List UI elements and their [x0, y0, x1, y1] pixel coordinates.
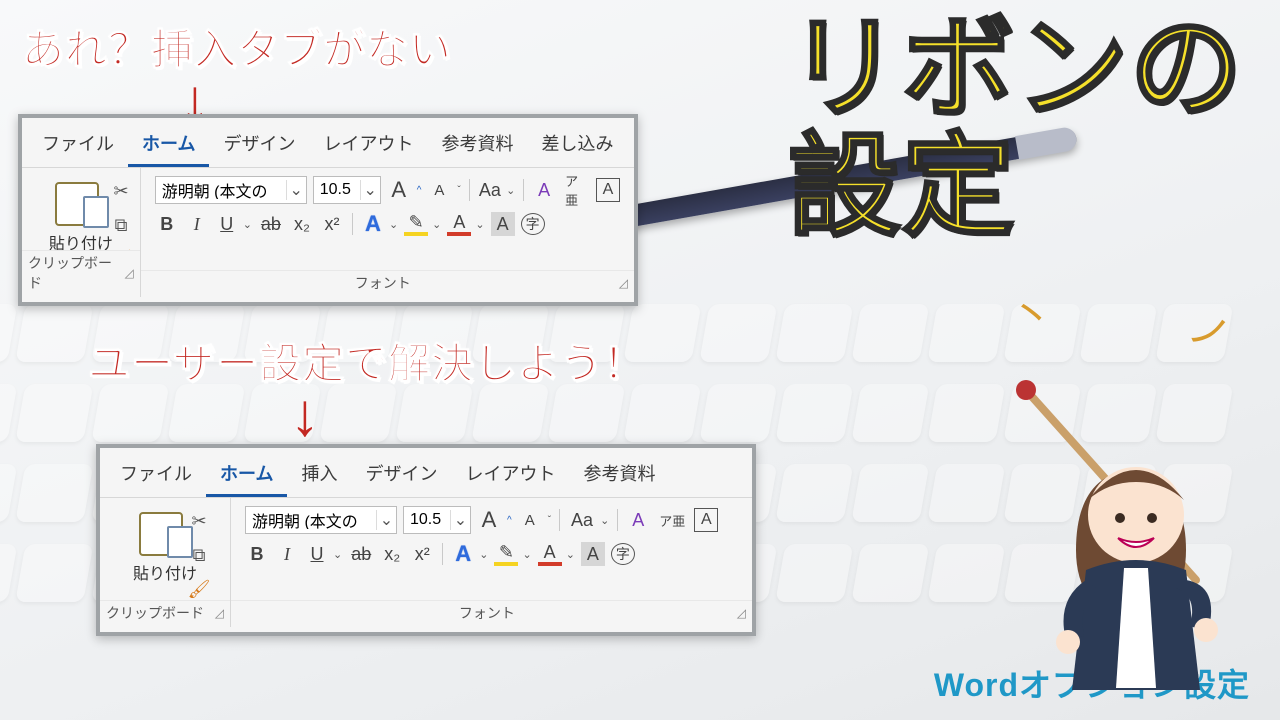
bold-button[interactable]: B — [155, 212, 179, 236]
italic-button[interactable]: I — [275, 542, 299, 566]
font-size-combo[interactable]: ⌄ — [313, 176, 381, 204]
shrink-font-icon[interactable]: A — [427, 178, 451, 202]
superscript-button[interactable]: x² — [410, 542, 434, 566]
tab-home[interactable]: ホーム — [128, 124, 209, 167]
group-clipboard: 貼り付け ✂ ⧉ 🖌 クリップボード◿ — [100, 498, 230, 627]
tab-references[interactable]: 参考資料 — [569, 454, 669, 497]
char-shading-icon[interactable]: A — [491, 212, 515, 236]
bold-button[interactable]: B — [245, 542, 269, 566]
paste-icon[interactable] — [55, 178, 107, 226]
group-label: フォント — [459, 603, 515, 623]
chevron-down-icon[interactable]: ⌄ — [286, 180, 306, 200]
dialog-launcher-icon[interactable]: ◿ — [124, 266, 133, 280]
font-name-input[interactable] — [156, 181, 286, 199]
tab-design[interactable]: デザイン — [351, 454, 451, 497]
paste-icon[interactable] — [139, 508, 191, 556]
clear-format-icon[interactable]: A — [532, 178, 556, 202]
main-title: リボンの設定 — [788, 10, 1244, 245]
highlight-icon[interactable]: ✎ — [404, 212, 428, 236]
subscript-button[interactable]: x₂ — [380, 542, 404, 566]
font-name-combo[interactable]: ⌄ — [245, 506, 397, 534]
italic-button[interactable]: I — [185, 212, 209, 236]
group-font: ⌄ ⌄ A^ Aˇ Aa⌄ A ア亜 A B I U⌄ ab x₂ x² A⌄ — [140, 168, 634, 297]
cut-icon[interactable]: ✂ — [186, 508, 212, 534]
group-clipboard: 貼り付け ✂ ⧉ 🖌 クリップボード◿ — [22, 168, 140, 297]
tab-home[interactable]: ホーム — [206, 454, 287, 497]
ribbon-after: ファイル ホーム 挿入 デザイン レイアウト 参考資料 貼り付け ✂ ⧉ 🖌 ク… — [96, 444, 756, 636]
font-size-input[interactable] — [404, 511, 450, 529]
group-font: ⌄ ⌄ A^ Aˇ Aa⌄ A ア亜 A B I U⌄ ab x₂ x² A⌄ — [230, 498, 752, 627]
ribbon-tabs: ファイル ホーム デザイン レイアウト 参考資料 差し込み — [22, 118, 634, 167]
grow-font-icon[interactable]: A — [477, 508, 501, 532]
enclose-char-icon[interactable]: 字 — [521, 213, 545, 235]
font-color-icon[interactable]: A — [447, 212, 471, 236]
superscript-button[interactable]: x² — [320, 212, 344, 236]
format-painter-icon[interactable]: 🖌 — [186, 576, 212, 602]
group-label: クリップボード — [106, 603, 204, 623]
change-case-icon[interactable]: Aa — [478, 178, 503, 202]
char-shading-icon[interactable]: A — [581, 542, 605, 566]
clear-format-icon[interactable]: A — [626, 508, 650, 532]
tab-mailings[interactable]: 差し込み — [527, 124, 627, 167]
chevron-down-icon[interactable]: ⌄ — [376, 510, 396, 530]
char-border-icon[interactable]: A — [596, 178, 620, 202]
text-effects-icon[interactable]: A — [451, 542, 475, 566]
font-name-combo[interactable]: ⌄ — [155, 176, 307, 204]
ribbon-before: ファイル ホーム デザイン レイアウト 参考資料 差し込み 貼り付け ✂ ⧉ 🖌… — [18, 114, 638, 306]
callout-solution: ユーザー設定で解決しよう！ — [88, 330, 646, 391]
strikethrough-button[interactable]: ab — [348, 542, 374, 566]
callout-missing-tab: あれ？挿入タブがない — [22, 16, 452, 77]
highlight-icon[interactable]: ✎ — [494, 542, 518, 566]
chevron-down-icon[interactable]: ⌄ — [450, 510, 470, 530]
text-effects-icon[interactable]: A — [361, 212, 385, 236]
copy-icon[interactable]: ⧉ — [108, 212, 134, 238]
char-border-icon[interactable]: A — [694, 508, 718, 532]
cut-icon[interactable]: ✂ — [108, 178, 134, 204]
dialog-launcher-icon[interactable]: ◿ — [619, 276, 628, 290]
font-color-icon[interactable]: A — [538, 542, 562, 566]
phonetic-guide-icon[interactable]: ア亜 — [656, 508, 688, 532]
change-case-icon[interactable]: Aa — [568, 508, 596, 532]
group-label: フォント — [355, 273, 411, 293]
strikethrough-button[interactable]: ab — [258, 212, 284, 236]
dialog-launcher-icon[interactable]: ◿ — [737, 606, 746, 620]
subscript-button[interactable]: x₂ — [290, 212, 314, 236]
group-label: クリップボード — [28, 253, 124, 293]
tab-insert[interactable]: 挿入 — [287, 454, 351, 497]
ribbon-tabs: ファイル ホーム 挿入 デザイン レイアウト 参考資料 — [100, 448, 752, 497]
dialog-launcher-icon[interactable]: ◿ — [215, 606, 224, 620]
tab-layout[interactable]: レイアウト — [309, 124, 427, 167]
enclose-char-icon[interactable]: 字 — [611, 543, 635, 565]
tab-file[interactable]: ファイル — [106, 454, 206, 497]
chevron-down-icon[interactable]: ⌄ — [360, 180, 380, 200]
teacher-character — [1006, 350, 1266, 710]
underline-button[interactable]: U — [215, 212, 239, 236]
arrow-icon: ↓ — [290, 380, 320, 449]
shrink-font-icon[interactable]: A — [518, 508, 542, 532]
tab-file[interactable]: ファイル — [28, 124, 128, 167]
tab-design[interactable]: デザイン — [209, 124, 309, 167]
tab-references[interactable]: 参考資料 — [427, 124, 527, 167]
font-size-combo[interactable]: ⌄ — [403, 506, 471, 534]
underline-button[interactable]: U — [305, 542, 329, 566]
grow-font-icon[interactable]: A — [387, 178, 411, 202]
tab-layout[interactable]: レイアウト — [451, 454, 569, 497]
font-name-input[interactable] — [246, 511, 376, 529]
phonetic-guide-icon[interactable]: ア亜 — [562, 178, 590, 202]
copy-icon[interactable]: ⧉ — [186, 542, 212, 568]
font-size-input[interactable] — [314, 181, 360, 199]
